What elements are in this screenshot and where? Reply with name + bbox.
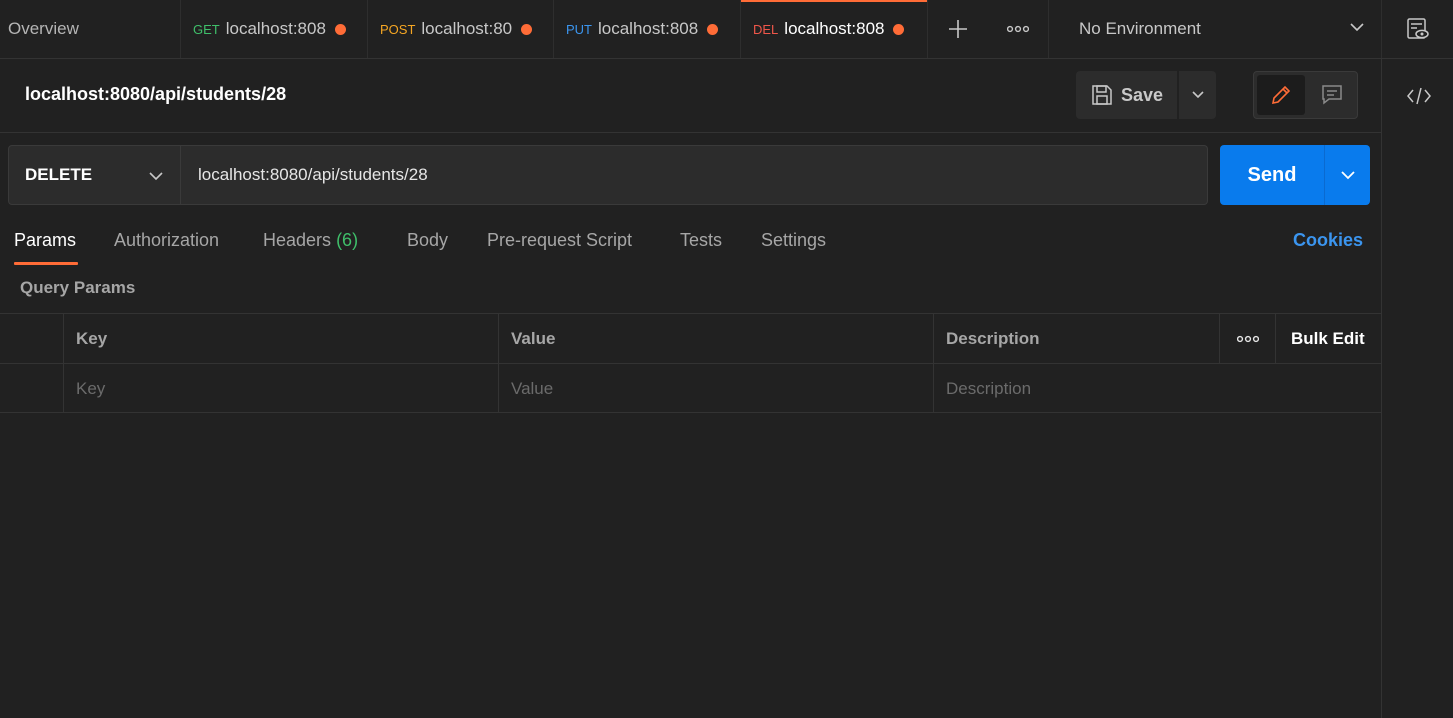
tab-headers[interactable]: Headers (6) xyxy=(263,230,358,251)
comment-icon xyxy=(1322,85,1342,105)
unsaved-dot-icon xyxy=(707,23,719,35)
unsaved-dot-icon xyxy=(334,23,346,35)
request-title[interactable]: localhost:8080/api/students/28 xyxy=(25,84,286,105)
param-key-input[interactable]: Key xyxy=(63,364,498,413)
tab-post-request[interactable]: POST localhost:80 xyxy=(368,0,554,58)
unsaved-dot-icon xyxy=(893,23,905,35)
code-snippet-button[interactable] xyxy=(1404,81,1434,111)
tab-params[interactable]: Params xyxy=(14,230,76,251)
chevron-down-icon xyxy=(1350,23,1364,32)
request-url-input[interactable]: localhost:8080/api/students/28 xyxy=(181,145,1208,205)
chevron-down-icon xyxy=(1191,91,1204,99)
bulk-edit-button[interactable]: Bulk Edit xyxy=(1275,314,1381,363)
more-icon xyxy=(1007,25,1029,33)
postman-request-workspace: Overview GET localhost:808 POST localhos… xyxy=(0,0,1453,718)
tab-headers-label: Headers xyxy=(263,230,332,250)
request-url-value: localhost:8080/api/students/28 xyxy=(198,165,428,184)
new-tab-button[interactable] xyxy=(928,0,988,58)
tab-body[interactable]: Body xyxy=(407,230,448,251)
save-options-button[interactable] xyxy=(1179,71,1216,119)
plus-icon xyxy=(949,20,967,38)
tab-overview[interactable]: Overview xyxy=(0,0,181,58)
request-subtabs: Params Authorization Headers (6) Body Pr… xyxy=(0,222,1381,266)
table-row: Key Value Description xyxy=(0,363,1381,413)
table-header-row: Key Value Description Bulk Edit xyxy=(0,313,1381,363)
chevron-down-icon xyxy=(149,172,163,181)
right-sidebar xyxy=(1381,59,1453,718)
save-button[interactable]: Save xyxy=(1076,71,1177,119)
divider xyxy=(0,132,1381,133)
param-description-input[interactable]: Description xyxy=(933,364,1381,413)
tab-delete-request[interactable]: DEL localhost:808 xyxy=(741,0,928,58)
method-badge: POST xyxy=(380,21,416,37)
environment-quicklook-icon xyxy=(1407,18,1429,39)
method-badge: GET xyxy=(193,21,220,37)
send-label: Send xyxy=(1247,163,1297,186)
tab-get-request[interactable]: GET localhost:808 xyxy=(181,0,368,58)
query-params-label: Query Params xyxy=(20,278,136,297)
tab-pre-request-script[interactable]: Pre-request Script xyxy=(487,230,632,251)
more-tabs-button[interactable] xyxy=(988,0,1048,58)
column-header-key: Key xyxy=(63,314,498,363)
tab-label: localhost:808 xyxy=(598,19,699,38)
method-badge: DEL xyxy=(753,21,779,37)
chevron-down-icon xyxy=(1340,171,1355,180)
cookies-link[interactable]: Cookies xyxy=(1293,230,1363,251)
tab-authorization[interactable]: Authorization xyxy=(114,230,219,251)
send-options-button[interactable] xyxy=(1324,145,1370,205)
column-header-description: Description xyxy=(933,314,1219,363)
tab-tests[interactable]: Tests xyxy=(680,230,722,251)
tab-label: localhost:80 xyxy=(421,19,513,38)
save-icon xyxy=(1092,85,1112,105)
headers-count-badge: (6) xyxy=(336,230,359,250)
pencil-icon xyxy=(1271,85,1291,105)
edit-mode-button[interactable] xyxy=(1257,75,1305,115)
environment-selected: No Environment xyxy=(1079,19,1201,38)
environment-select[interactable]: No Environment xyxy=(1048,0,1382,58)
active-tab-indicator xyxy=(14,262,78,265)
environment-quicklook-button[interactable] xyxy=(1383,0,1453,58)
send-button[interactable]: Send xyxy=(1220,145,1324,205)
save-label: Save xyxy=(1121,84,1164,105)
unsaved-dot-icon xyxy=(521,23,533,35)
http-method-value: DELETE xyxy=(25,165,93,184)
method-badge: PUT xyxy=(566,21,592,37)
comments-mode-button[interactable] xyxy=(1309,75,1355,115)
query-params-table: Key Value Description Bulk Edit Key Valu… xyxy=(0,313,1381,413)
code-icon xyxy=(1407,87,1431,105)
tab-settings[interactable]: Settings xyxy=(761,230,826,251)
http-method-select[interactable]: DELETE xyxy=(8,145,181,205)
edit-comment-toggle xyxy=(1253,71,1358,119)
more-icon xyxy=(1236,335,1259,342)
param-value-input[interactable]: Value xyxy=(498,364,933,413)
column-options-button[interactable] xyxy=(1219,314,1275,363)
tab-label: localhost:808 xyxy=(225,19,326,38)
column-header-value: Value xyxy=(498,314,933,363)
tab-label: localhost:808 xyxy=(784,19,885,38)
tab-put-request[interactable]: PUT localhost:808 xyxy=(554,0,741,58)
